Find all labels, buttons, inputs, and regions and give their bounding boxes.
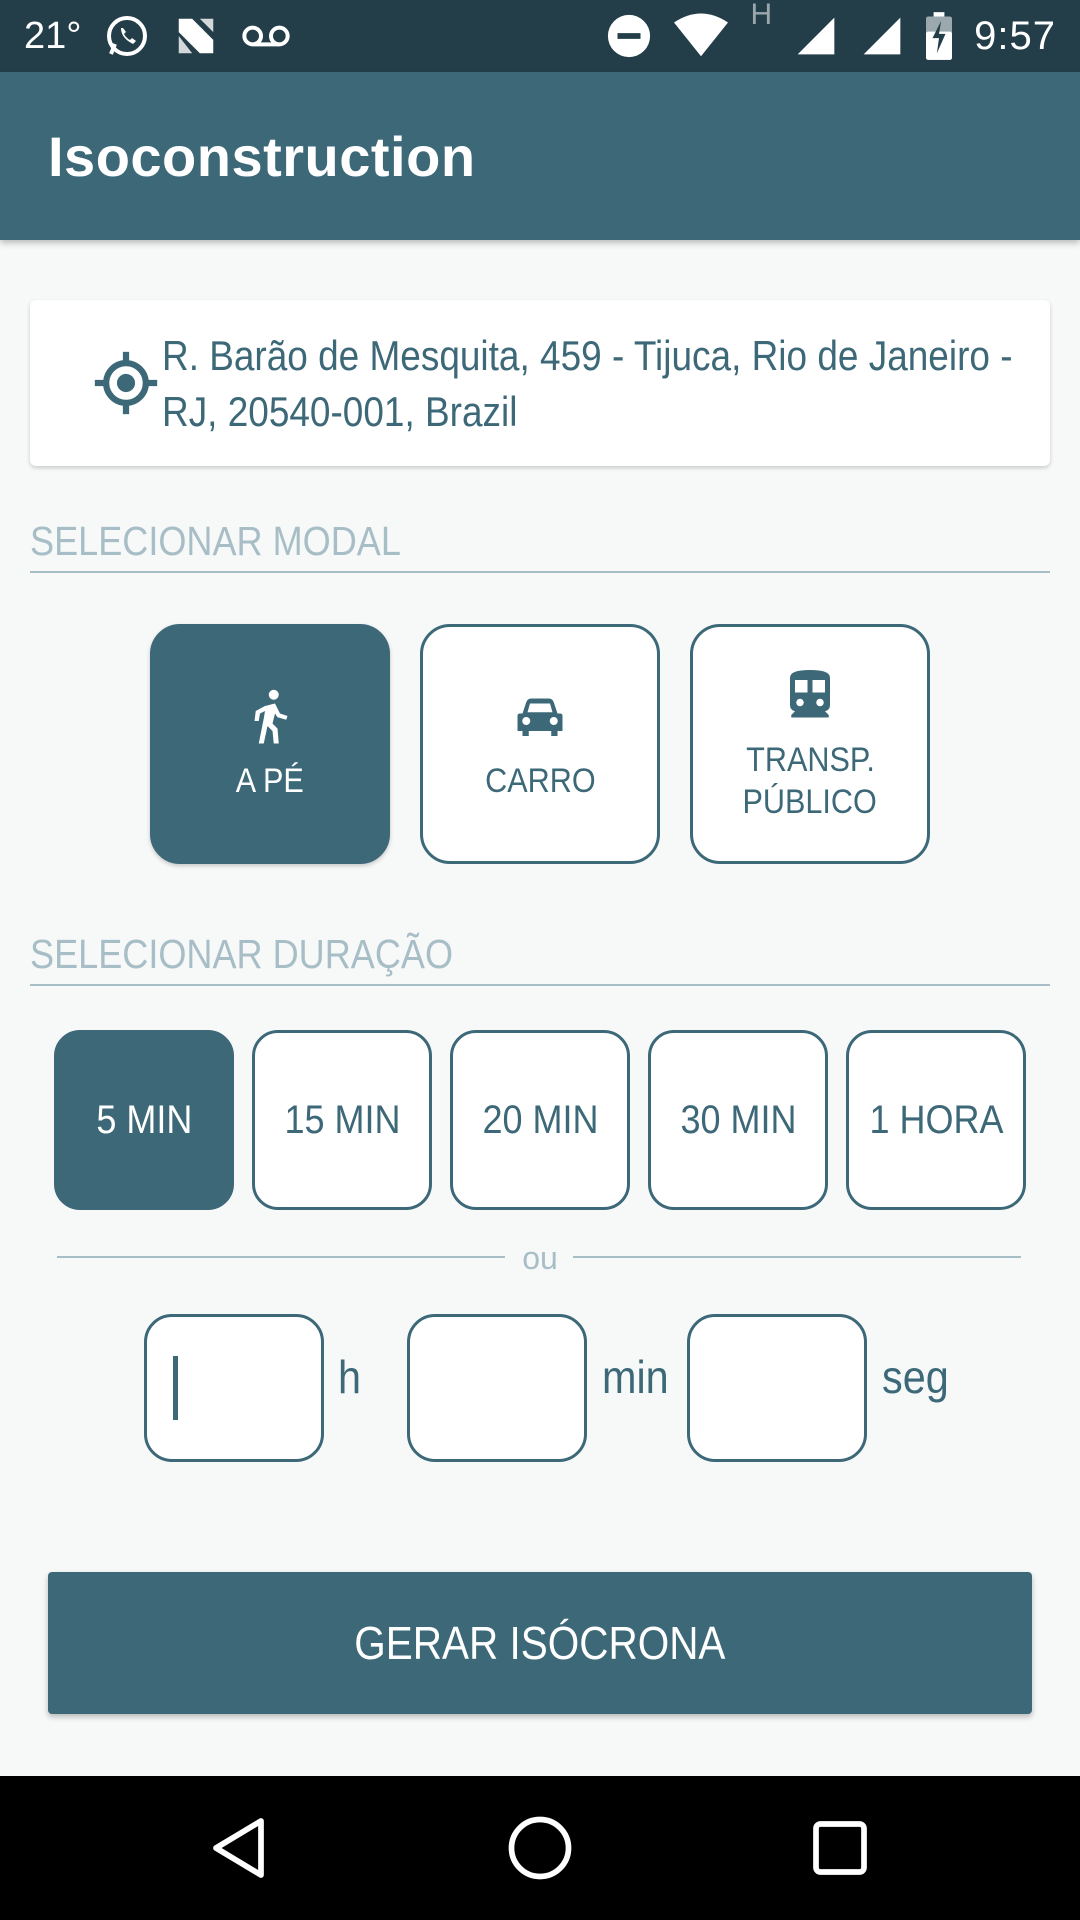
mode-transit-label-line2: PÚBLICO [742,783,878,821]
divider-left [57,1256,505,1258]
seconds-unit-label: seg [882,1351,949,1403]
duration-20min-button[interactable]: 20 MIN [450,1030,630,1210]
signal-icon [794,14,838,58]
network-type: H [750,0,773,31]
or-label: ou [522,1240,558,1276]
minutes-input[interactable] [407,1314,587,1462]
duration-5min-button[interactable]: 5 MIN [54,1030,234,1210]
my-location-icon[interactable] [92,349,160,417]
back-icon[interactable] [204,1812,276,1884]
whatsapp-icon [103,12,151,60]
battery-icon [926,12,953,60]
mode-car-button[interactable]: CARRO [420,624,660,864]
generate-isochrone-button[interactable]: GERAR ISÓCRONA [48,1572,1032,1714]
temperature: 21° [24,14,82,57]
clock: 9:57 [974,13,1056,58]
seconds-input[interactable] [687,1314,867,1462]
hours-unit-label: h [338,1351,362,1403]
voicemail-icon [241,21,291,51]
text-cursor [173,1356,178,1420]
mode-transit-label-line1: TRANSP. [745,741,875,779]
wifi-icon [674,13,729,59]
minutes-unit-label: min [602,1351,669,1403]
duration-section-header: SELECIONAR DURAÇÃO [30,931,1050,986]
duration-30min-button[interactable]: 30 MIN [648,1030,828,1210]
n-icon [173,13,219,59]
car-icon [517,698,563,736]
duration-15min-button[interactable]: 15 MIN [252,1030,432,1210]
mode-car-label: CARRO [484,762,596,800]
mode-walk-label: A PÉ [235,762,305,800]
divider-right [573,1256,1021,1258]
address-field[interactable]: R. Barão de Mesquita, 459 - Tijuca, Rio … [30,300,1050,466]
mode-transit-button[interactable]: TRANSP. PÚBLICO [690,624,930,864]
app-title: Isoconstruction [48,124,476,188]
home-icon[interactable] [504,1812,576,1884]
mode-walk-button[interactable]: A PÉ [150,624,390,864]
duration-1hour-button[interactable]: 1 HORA [846,1030,1026,1210]
signal-icon-2 [860,14,904,58]
status-bar: 21° H 9:57 [0,0,1080,72]
dnd-icon [606,13,652,59]
navigation-bar [0,1776,1080,1920]
modal-section-header: SELECIONAR MODAL [30,518,1050,573]
address-text[interactable]: R. Barão de Mesquita, 459 - Tijuca, Rio … [162,328,1024,440]
walk-icon [254,689,288,744]
hours-input[interactable] [144,1314,324,1462]
train-icon [790,670,830,718]
app-bar: Isoconstruction [0,72,1080,240]
recents-icon[interactable] [804,1812,876,1884]
